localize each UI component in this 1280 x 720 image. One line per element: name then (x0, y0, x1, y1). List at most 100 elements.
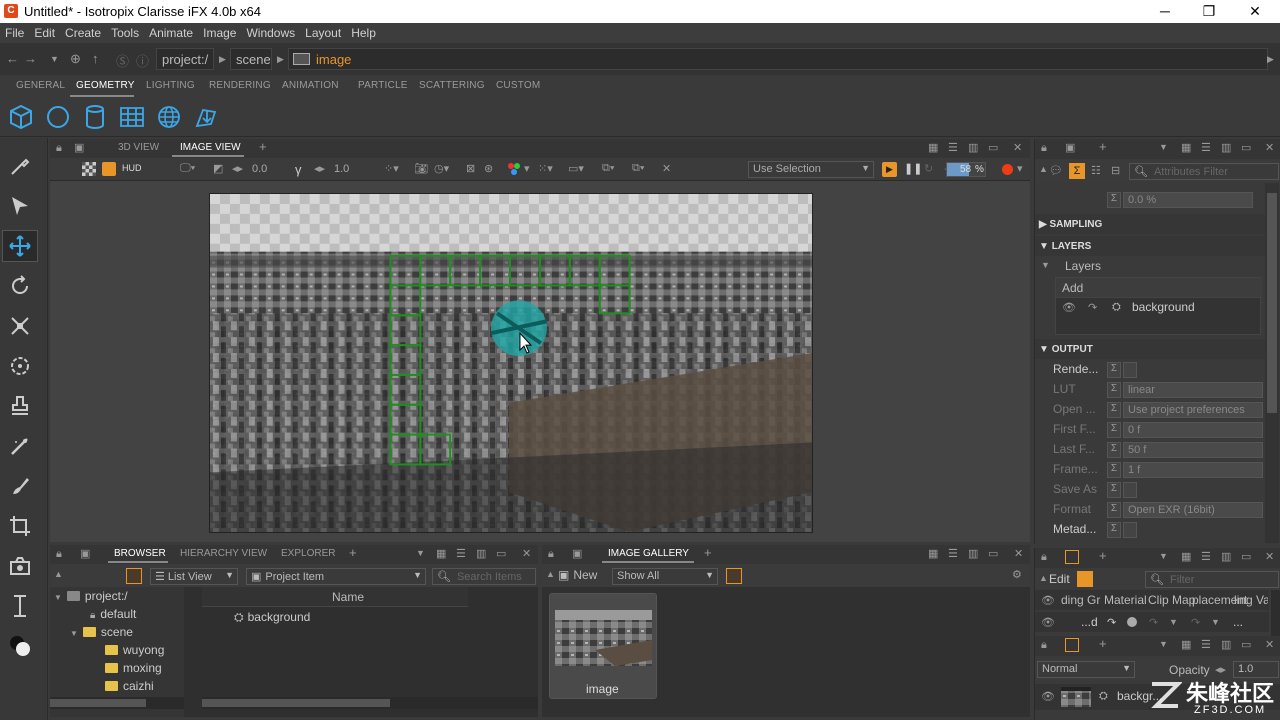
expand-icon[interactable]: ▼ (54, 593, 62, 602)
rgb-channels-icon[interactable] (508, 163, 522, 175)
cylinder-icon[interactable] (82, 104, 108, 130)
tab-3d-view[interactable]: 3D VIEW (118, 142, 159, 153)
chevron-down-icon[interactable]: ▼ (1159, 551, 1168, 561)
up-arrow-icon[interactable]: ▲ (1039, 164, 1048, 174)
opacity-arrow-icon[interactable]: ◂▸ (1215, 663, 1226, 676)
layout-rows-icon[interactable]: ☰ (456, 547, 466, 560)
layout-cols-icon[interactable]: ▥ (1221, 550, 1231, 563)
exposure-value[interactable]: 0.0 (252, 163, 267, 175)
expand-icon[interactable]: ▼ (1041, 260, 1050, 270)
panel-lock-icon[interactable]: 🔒︎ (1041, 551, 1047, 564)
attributes-filter-input[interactable]: 🔍︎ Attributes Filter (1129, 163, 1279, 180)
sigma-icon[interactable]: Σ (1107, 502, 1121, 518)
sphere-icon[interactable] (45, 104, 71, 130)
layer-mode-icon[interactable] (1077, 571, 1093, 587)
sigma-icon[interactable]: Σ (1107, 442, 1121, 458)
channels-dropdown-icon[interactable]: ▾ (524, 162, 530, 175)
hud-toggle[interactable]: HUD (122, 163, 142, 173)
section-header-sampling[interactable]: ▶ SAMPLING (1035, 214, 1265, 234)
tab-animation[interactable]: ANIMATION (282, 80, 339, 91)
close-panel-icon[interactable]: ✕ (1014, 547, 1023, 560)
add-tab-button[interactable]: + (259, 139, 267, 154)
eye-icon[interactable]: 👁︎ (1041, 594, 1055, 607)
speech-icon[interactable]: 💬︎ (1049, 164, 1063, 177)
layout-cols-icon[interactable]: ▥ (968, 547, 978, 560)
record-icon[interactable] (1002, 164, 1013, 175)
layout-grid-icon[interactable]: ▦ (436, 547, 446, 560)
panel-lock-icon[interactable]: 🔒︎ (56, 142, 62, 155)
transform-icon[interactable] (8, 354, 32, 378)
sigma-toggle-icon[interactable]: Σ (1069, 163, 1085, 179)
edit-button[interactable]: Edit (1049, 572, 1070, 586)
channel-icon[interactable] (102, 162, 116, 176)
layout-cols-icon[interactable]: ▥ (1221, 141, 1231, 154)
panel-pin-icon[interactable]: ▣ (572, 547, 582, 560)
menu-edit[interactable]: Edit (29, 23, 60, 40)
panel-pin-icon[interactable]: ▣ (80, 547, 90, 560)
tab-browser[interactable]: BROWSER (114, 548, 166, 559)
play-icon[interactable]: ▶ (882, 162, 897, 177)
chevron-down-icon[interactable]: ▼ (1211, 617, 1220, 627)
close-panel-icon[interactable]: ✕ (1265, 141, 1274, 154)
add-tab-button[interactable]: + (349, 545, 357, 560)
layout-grid-icon[interactable]: ▦ (928, 547, 938, 560)
tab-image-gallery[interactable]: IMAGE GALLERY (608, 548, 689, 559)
move-icon[interactable] (8, 234, 32, 258)
render-image[interactable] (209, 193, 813, 533)
close-panel-icon[interactable]: ✕ (1013, 141, 1022, 154)
sigma-icon[interactable]: Σ (1107, 402, 1121, 418)
stamp-icon[interactable] (8, 394, 32, 418)
maximize-panel-icon[interactable]: ▭ (1241, 638, 1251, 651)
panel-pin-icon[interactable] (1065, 550, 1079, 564)
panel-pin-icon[interactable] (1065, 638, 1079, 652)
sigma-icon[interactable]: Σ (1107, 462, 1121, 478)
add-tab-icon[interactable]: + (1099, 636, 1107, 651)
panel-lock-icon[interactable]: 🔒︎ (56, 548, 62, 561)
menu-help[interactable]: Help (346, 23, 381, 40)
sigma-icon[interactable]: Σ (1107, 522, 1121, 538)
paint-icon[interactable] (8, 434, 32, 458)
column-material[interactable]: Material (1104, 593, 1147, 607)
maximize-panel-icon[interactable]: ▭ (988, 141, 998, 154)
eye-icon[interactable]: 👁︎ (1062, 301, 1076, 314)
layout-cols-icon[interactable]: ▥ (968, 141, 978, 154)
layers-add-button[interactable]: Add (1056, 278, 1262, 298)
output-row-field[interactable]: Use project preferences (1123, 402, 1263, 418)
exposure-icon[interactable]: ◩ (213, 162, 223, 175)
column-header[interactable]: Name (202, 587, 468, 607)
back-arrow-icon[interactable]: ← (6, 51, 19, 66)
globe-icon[interactable] (156, 104, 182, 130)
rotate-icon[interactable] (8, 274, 32, 298)
info-icon[interactable]: ⓘ (136, 51, 149, 70)
tab-geometry[interactable]: GEOMETRY (76, 80, 135, 91)
list-scrollbar-thumb[interactable] (202, 699, 390, 707)
s-icon[interactable]: Ⓢ (116, 51, 129, 70)
sigma-icon[interactable]: Σ (1107, 422, 1121, 438)
search-items-input[interactable]: 🔍︎ Search Items (432, 568, 536, 585)
color-picker-icon[interactable]: ⁙▾ (538, 162, 553, 175)
top-value-field[interactable]: 0.0 % (1123, 192, 1253, 208)
section-header-layers[interactable]: ▼ LAYERS (1035, 236, 1265, 256)
menu-create[interactable]: Create (60, 23, 106, 40)
up-arrow-icon[interactable]: ▲ (54, 569, 63, 579)
pause-icon[interactable]: ❚❚ (904, 162, 922, 175)
tree-item[interactable]: ▼ project:/ (54, 589, 128, 603)
link-icon[interactable]: ↷ (1107, 616, 1116, 629)
cube-icon[interactable] (8, 104, 34, 130)
attr-scrollbar[interactable] (1265, 183, 1279, 543)
menu-animate[interactable]: Animate (144, 23, 198, 40)
gamma-value[interactable]: 1.0 (334, 163, 349, 175)
layout-rows-icon[interactable]: ☰ (948, 141, 958, 154)
menu-layout[interactable]: Layout (300, 23, 346, 40)
close-panel-icon[interactable]: ✕ (522, 547, 531, 560)
monitor-icon[interactable]: ▭▾ (568, 162, 584, 175)
snapshot-icon[interactable]: 📷︎ (414, 162, 428, 175)
layout-rows-icon[interactable]: ☰ (948, 547, 958, 560)
breadcrumb-project[interactable]: project:/ (156, 48, 214, 70)
camera-icon[interactable] (8, 554, 32, 578)
layout-rows-icon[interactable]: ☰ (1201, 141, 1211, 154)
link-icon[interactable]: ↷ (1088, 301, 1097, 314)
column-clip-map[interactable]: Clip Map (1148, 593, 1195, 607)
brush-icon[interactable] (8, 474, 32, 498)
tools-icon[interactable]: ✕ (662, 162, 671, 175)
